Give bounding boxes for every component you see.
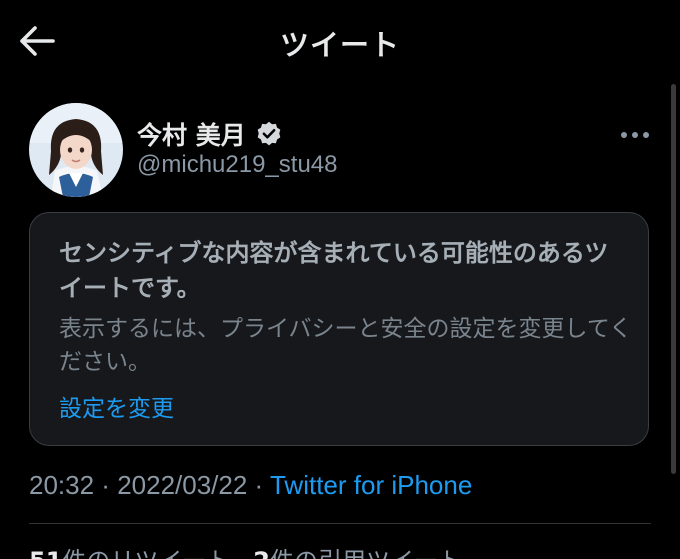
more-horizontal-icon: [621, 132, 649, 138]
tweet-time: 20:32: [29, 470, 95, 500]
author-handle[interactable]: @michu219_stu48: [137, 151, 337, 179]
sensitive-content-notice: センシティブな内容が含まれている可能性のあるツイートです。 表示するには、プライ…: [29, 212, 649, 446]
retweets-stat[interactable]: 51件のリツイート: [29, 547, 230, 559]
page-title: ツイート: [279, 28, 400, 62]
author-name-row[interactable]: 今村 美月: [137, 116, 283, 152]
quotes-label: 件の引用ツイート: [270, 547, 462, 559]
avatar[interactable]: [29, 103, 123, 197]
meta-separator: ·: [94, 470, 118, 500]
tweet-stats: 51件のリツイート 2件の引用ツイート: [29, 541, 462, 559]
tweet-source-link[interactable]: Twitter for iPhone: [270, 470, 472, 500]
verified-badge-icon: [255, 120, 283, 148]
top-bar: ツイート: [0, 0, 680, 82]
tweet-meta: 20:32 · 2022/03/22 · Twitter for iPhone: [29, 470, 472, 501]
tweet-date: 2022/03/22: [117, 470, 248, 500]
retweets-count: 51: [29, 547, 62, 559]
quotes-count: 2: [253, 547, 270, 559]
quotes-stat[interactable]: 2件の引用ツイート: [253, 547, 462, 559]
author-name: 今村 美月: [137, 121, 246, 150]
notice-title: センシティブな内容が含まれている可能性のあるツイートです。: [59, 239, 609, 302]
divider: [29, 523, 651, 524]
more-options-button[interactable]: [618, 124, 652, 146]
meta-separator-2: ·: [247, 470, 270, 500]
scrollbar[interactable]: [671, 84, 676, 474]
change-settings-link[interactable]: 設定を変更: [59, 389, 174, 423]
retweets-label: 件のリツイート: [62, 547, 230, 559]
tweet-detail-screen: ツイート 今村 美月 @michu219_stu48 センシティブな内容が含まれ…: [0, 0, 680, 559]
profile-photo: [29, 103, 123, 197]
notice-body: 表示するには、プライバシーと安全の設定を変更してください。: [59, 316, 633, 375]
